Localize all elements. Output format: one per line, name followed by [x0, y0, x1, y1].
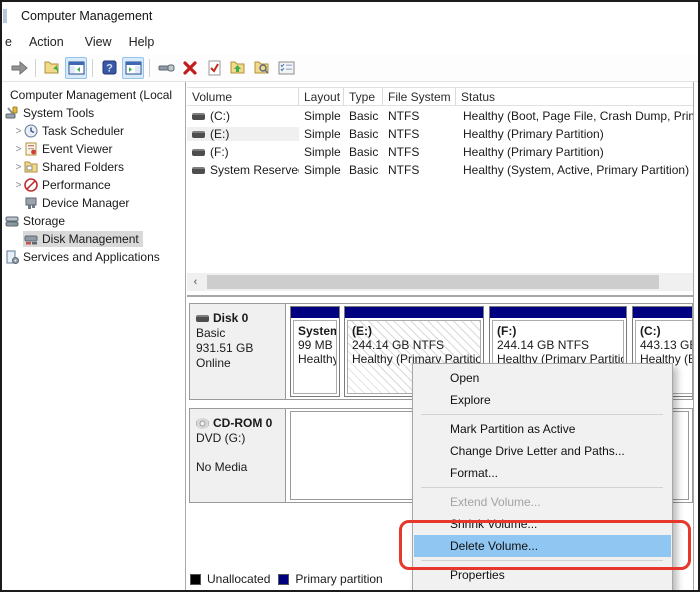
folder-search-icon[interactable] [251, 57, 273, 79]
volume-row-system-reserved[interactable]: System Reserved Simple Basic NTFS Health… [187, 161, 693, 179]
primary-partition-bar [291, 307, 339, 318]
volume-row-c[interactable]: (C:) Simple Basic NTFS Healthy (Boot, Pa… [187, 107, 693, 125]
menu-item-format[interactable]: Format... [414, 462, 671, 484]
menu-bar: e Action View Help [2, 30, 698, 54]
toolbar-separator [92, 58, 93, 77]
menu-separator [421, 487, 663, 488]
menu-item-mark-partition-active[interactable]: Mark Partition as Active [414, 418, 671, 440]
primary-partition-bar [633, 307, 692, 318]
volume-icon [192, 148, 205, 156]
tree-item-disk-management[interactable]: > Disk Management [2, 230, 185, 248]
menu-help[interactable]: Help [129, 35, 155, 49]
disk0-status: Online [196, 356, 231, 370]
title-bar: Computer Management [2, 2, 698, 30]
services-icon [6, 250, 19, 264]
show-console-tree-icon[interactable] [65, 56, 87, 79]
svg-text:?: ? [106, 63, 113, 75]
cd-icon [196, 418, 209, 429]
menu-view[interactable]: View [85, 35, 112, 49]
menu-action[interactable]: Action [29, 35, 64, 49]
cdrom-media: DVD (G:) [196, 431, 246, 445]
column-layout[interactable]: Layout [299, 88, 344, 105]
volume-icon [192, 166, 205, 174]
tree-item-system-tools[interactable]: System Tools [2, 104, 185, 122]
performance-icon [24, 178, 38, 192]
volume-row-e[interactable]: (E:) Simple Basic NTFS Healthy (Primary … [187, 125, 693, 143]
menu-item-extend-volume: Extend Volume... [450, 495, 541, 509]
tree-item-computer-management-root[interactable]: Computer Management (Local [2, 86, 185, 104]
check-document-icon[interactable] [203, 57, 225, 79]
storage-icon [5, 216, 19, 227]
expander-icon[interactable]: > [14, 180, 23, 191]
cdrom-status: No Media [196, 460, 248, 474]
column-status[interactable]: Status [456, 88, 693, 105]
disk0-type: Basic [196, 326, 226, 340]
tree-item-shared-folders[interactable]: > Shared Folders [2, 158, 185, 176]
primary-partition-bar [490, 307, 626, 318]
partition-legend: Unallocated Primary partition [190, 572, 383, 586]
legend-unallocated: Unallocated [190, 572, 270, 586]
horizontal-scrollbar[interactable]: ‹ [187, 273, 693, 291]
toolbar-separator [149, 58, 150, 77]
toolbar: ? [2, 54, 698, 82]
forward-arrow-icon[interactable] [8, 57, 30, 79]
cdrom-label[interactable]: CD-ROM 0 DVD (G:) No Media [190, 409, 286, 502]
disk0-size: 931.51 GB [196, 341, 254, 355]
delete-x-icon[interactable] [179, 57, 201, 79]
primary-partition-bar [345, 307, 483, 318]
folder-up-icon[interactable] [227, 57, 249, 79]
window-title: Computer Management [21, 9, 153, 23]
volume-icon [192, 130, 205, 138]
toolbar-separator [35, 58, 36, 77]
volume-icon [192, 112, 205, 120]
disk-icon [196, 315, 209, 322]
console-tree: Computer Management (Local System Tools … [2, 82, 186, 590]
show-action-pane-icon[interactable] [122, 56, 144, 79]
expander-icon[interactable]: > [14, 126, 23, 137]
expander-icon[interactable]: > [14, 162, 23, 173]
properties-list-icon[interactable] [275, 57, 297, 79]
export-folder-icon[interactable] [41, 57, 63, 79]
volume-row-f[interactable]: (F:) Simple Basic NTFS Healthy (Primary … [187, 143, 693, 161]
menu-separator [421, 414, 663, 415]
column-file-system[interactable]: File System [383, 88, 456, 105]
window-icon [3, 9, 7, 23]
column-type[interactable]: Type [344, 88, 383, 105]
legend-primary-partition: Primary partition [278, 572, 383, 586]
event-log-icon [25, 142, 37, 156]
menu-item-change-drive-letter[interactable]: Change Drive Letter and Paths... [414, 440, 671, 462]
shared-folder-icon [24, 161, 38, 173]
clock-icon [24, 124, 38, 138]
column-volume[interactable]: Volume [187, 88, 299, 105]
tree-item-device-manager[interactable]: > Device Manager [2, 194, 185, 212]
unallocated-swatch [190, 573, 201, 585]
scrollbar-thumb[interactable] [207, 275, 659, 289]
tool-icon[interactable] [155, 57, 177, 79]
menu-item-explore[interactable]: Explore [414, 389, 671, 411]
computer-management-window: Computer Management e Action View Help ? [0, 0, 700, 592]
help-icon[interactable]: ? [98, 57, 120, 79]
tree-item-services-and-applications[interactable]: Services and Applications [2, 248, 185, 266]
tree-item-storage[interactable]: Storage [2, 212, 185, 230]
delete-volume-annotation [399, 520, 691, 570]
pane-splitter[interactable] [187, 295, 693, 297]
partition-system-reserved[interactable]: System Reserved 99 MB Healthy (System, A… [290, 306, 340, 397]
disk0-label[interactable]: Disk 0 Basic 931.51 GB Online [190, 304, 286, 399]
disk-management-icon [24, 235, 38, 245]
tree-item-performance[interactable]: > Performance [2, 176, 185, 194]
device-icon [25, 197, 37, 209]
primary-partition-swatch [278, 573, 290, 585]
volume-list-header: Volume Layout Type File System Status [187, 87, 693, 106]
tools-icon [5, 106, 18, 119]
tree-item-event-viewer[interactable]: > Event Viewer [2, 140, 185, 158]
menu-item-open[interactable]: Open [414, 367, 671, 389]
menu-file[interactable]: e [5, 35, 12, 49]
tree-item-task-scheduler[interactable]: > Task Scheduler [2, 122, 185, 140]
scroll-left-arrow-icon[interactable]: ‹ [187, 273, 204, 291]
expander-icon[interactable]: > [14, 144, 23, 155]
